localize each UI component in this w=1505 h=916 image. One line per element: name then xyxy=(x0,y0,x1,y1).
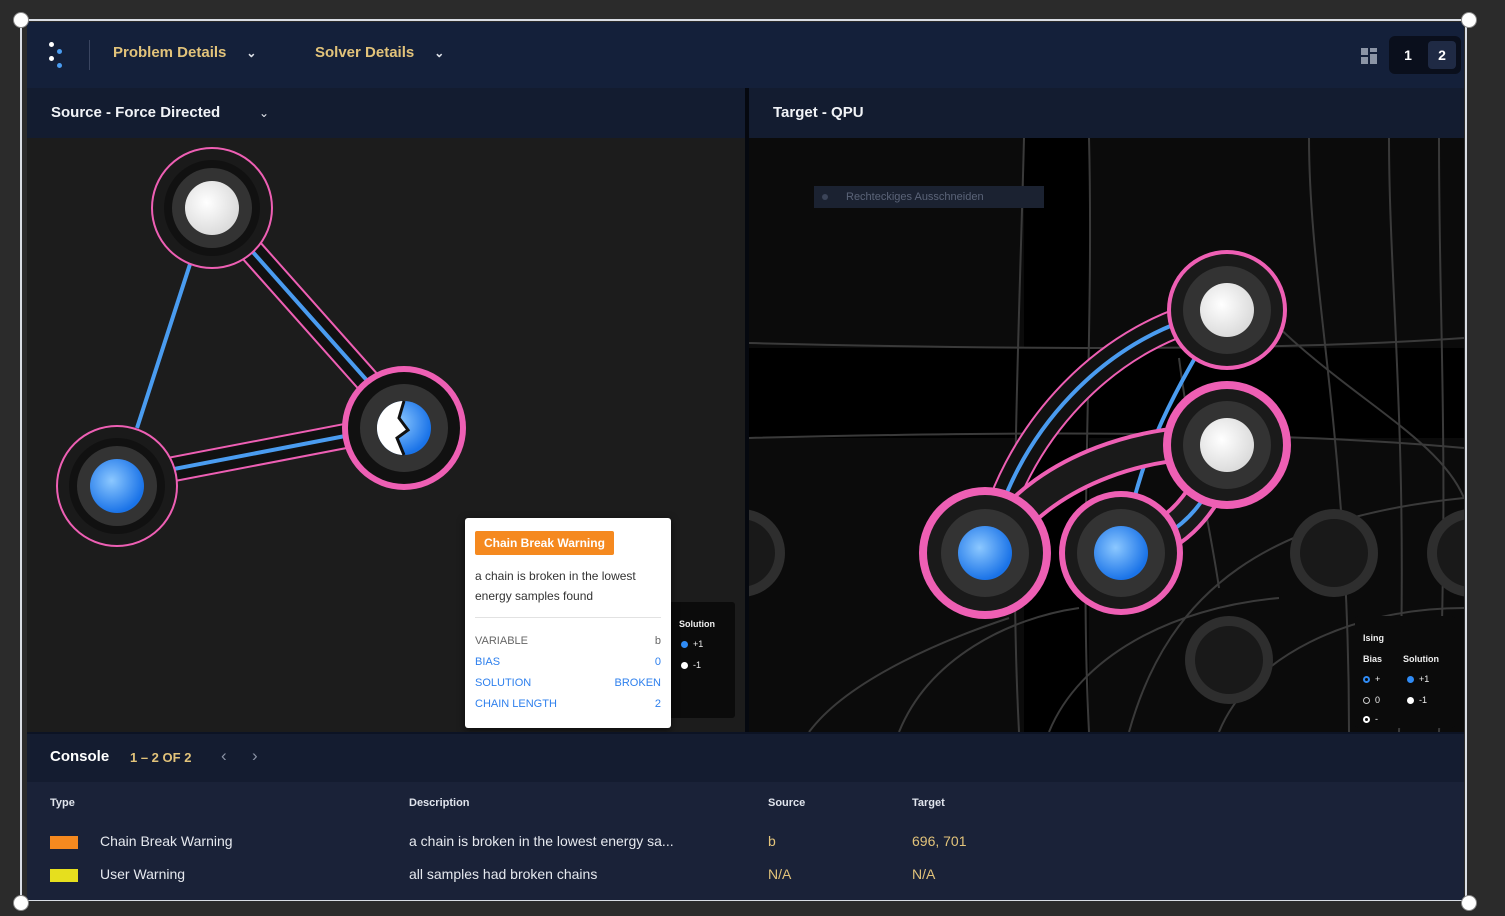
tooltip-message: a chain is broken in the lowest energy s… xyxy=(475,569,636,603)
tooltip-key: CHAIN LENGTH xyxy=(475,698,557,710)
bias-none-dot xyxy=(1363,715,1370,723)
page-toggle: 1 2 xyxy=(1389,36,1461,74)
tooltip-value: BROKEN xyxy=(614,677,661,689)
chevron-down-icon[interactable]: ⌄ xyxy=(259,106,269,120)
chevron-left-icon[interactable]: ‹ xyxy=(221,746,227,766)
tooltip-row-variable: VARIABLE b xyxy=(475,635,661,653)
column-header-type[interactable]: Type xyxy=(50,797,75,809)
solver-details-menu[interactable]: Solver Details ⌄ xyxy=(315,44,444,61)
legend-sol-minus: -1 xyxy=(1419,695,1428,705)
problem-details-menu[interactable]: Problem Details ⌄ xyxy=(113,44,256,61)
idle-qubit[interactable] xyxy=(1290,509,1378,597)
qubit-blue-left[interactable] xyxy=(919,487,1051,619)
source-panel-title: Source - Force Directed xyxy=(51,104,221,121)
bias-zero-dot xyxy=(1363,696,1370,704)
tooltip-row-bias: BIAS 0 xyxy=(475,656,661,674)
resize-handle[interactable] xyxy=(1461,895,1477,911)
chevron-right-icon[interactable]: › xyxy=(252,746,258,766)
row-source: N/A xyxy=(768,866,792,882)
top-bar: Problem Details ⌄ Solver Details ⌄ 1 2 xyxy=(27,22,1464,88)
snip-icon xyxy=(822,194,828,200)
tooltip-divider xyxy=(475,617,661,618)
chevron-down-icon: ⌄ xyxy=(434,45,445,60)
page-2-button[interactable]: 2 xyxy=(1428,41,1456,69)
row-target: 696, 701 xyxy=(912,833,967,849)
tooltip-value: 2 xyxy=(654,698,661,710)
tooltip-row-chain-length: CHAIN LENGTH 2 xyxy=(475,698,661,716)
solution-plus-dot xyxy=(681,640,688,648)
legend-ising-title: Ising xyxy=(1363,633,1385,643)
console-pagination: 1 – 2 OF 2 xyxy=(130,750,192,765)
row-target: N/A xyxy=(912,866,936,882)
tooltip-value: 0 xyxy=(654,656,661,668)
bias-plus-dot xyxy=(1363,675,1370,683)
console-header: Console 1 – 2 OF 2 ‹ › xyxy=(27,734,1464,782)
tooltip-key: VARIABLE xyxy=(475,635,528,647)
column-header-target[interactable]: Target xyxy=(912,797,945,809)
row-type: Chain Break Warning xyxy=(100,833,233,849)
chain-break-tooltip: Chain Break Warning a chain is broken in… xyxy=(465,518,671,728)
resize-handle[interactable] xyxy=(13,895,29,911)
warning-swatch xyxy=(50,836,78,849)
app-window: Problem Details ⌄ Solver Details ⌄ 1 2 S… xyxy=(27,22,1464,900)
tooltip-value: b xyxy=(654,635,661,647)
grid-layout-icon[interactable] xyxy=(1361,48,1377,64)
row-type: User Warning xyxy=(100,866,186,882)
solver-details-label: Solver Details xyxy=(315,44,415,61)
target-panel: Target - QPU Ising Bias Solution + +1 0 … xyxy=(749,88,1464,732)
tooltip-badge: Chain Break Warning xyxy=(475,531,614,555)
console-title: Console xyxy=(50,748,110,765)
page-1-button[interactable]: 1 xyxy=(1394,41,1422,69)
node-b-broken[interactable] xyxy=(342,366,466,490)
legend-bias-none: - xyxy=(1375,714,1378,724)
table-row[interactable]: User Warning all samples had broken chai… xyxy=(27,861,1464,891)
column-header-source[interactable]: Source xyxy=(768,797,805,809)
row-source: b xyxy=(768,833,776,849)
node-c[interactable] xyxy=(56,425,178,547)
console-panel: Console 1 – 2 OF 2 ‹ › Type Description … xyxy=(27,734,1464,900)
tooltip-row-solution: SOLUTION BROKEN xyxy=(475,677,661,695)
legend-bias-title: Bias xyxy=(1363,654,1383,664)
target-legend: Ising Bias Solution + +1 0 -1 - xyxy=(1355,616,1455,728)
resize-handle[interactable] xyxy=(1461,12,1477,28)
solution-minus-dot xyxy=(1407,696,1414,704)
solution-plus-dot xyxy=(1407,675,1414,683)
problem-details-label: Problem Details xyxy=(113,44,227,61)
solution-minus-dot xyxy=(681,661,688,669)
legend-solution-title: Solution xyxy=(679,619,715,629)
snip-label: Rechteckiges Ausschneiden xyxy=(846,191,984,203)
row-description: a chain is broken in the lowest energy s… xyxy=(409,833,674,849)
row-description: all samples had broken chains xyxy=(409,866,598,882)
resize-handle[interactable] xyxy=(13,12,29,28)
coupler-edge xyxy=(135,257,194,429)
column-header-description[interactable]: Description xyxy=(409,797,470,809)
table-row[interactable]: Chain Break Warning a chain is broken in… xyxy=(27,828,1464,858)
source-panel: Source - Force Directed ⌄ Solution +1 -1… xyxy=(27,88,745,732)
divider xyxy=(89,40,90,70)
legend-solution-title: Solution xyxy=(1403,654,1439,664)
source-panel-header: Source - Force Directed ⌄ xyxy=(27,88,745,138)
app-logo-icon[interactable] xyxy=(47,40,73,72)
tooltip-key: BIAS xyxy=(475,656,501,668)
snip-overlay: Rechteckiges Ausschneiden xyxy=(814,186,1044,208)
node-a[interactable] xyxy=(151,147,273,269)
target-panel-title: Target - QPU xyxy=(773,104,864,121)
warning-swatch xyxy=(50,869,78,882)
chevron-down-icon: ⌄ xyxy=(246,45,257,60)
qubit-white-mid[interactable] xyxy=(1163,381,1291,509)
idle-qubit[interactable] xyxy=(1185,616,1273,704)
legend-bias-plus: + xyxy=(1375,674,1381,684)
target-panel-header: Target - QPU xyxy=(749,88,1464,138)
qubit-white-top[interactable] xyxy=(1167,250,1287,370)
legend-sol-minus: -1 xyxy=(693,660,702,670)
tooltip-key: SOLUTION xyxy=(475,677,532,689)
legend-sol-plus: +1 xyxy=(693,639,704,649)
legend-sol-plus: +1 xyxy=(1419,674,1430,684)
legend-bias-zero: 0 xyxy=(1375,695,1381,705)
qubit-blue-right[interactable] xyxy=(1059,491,1183,615)
